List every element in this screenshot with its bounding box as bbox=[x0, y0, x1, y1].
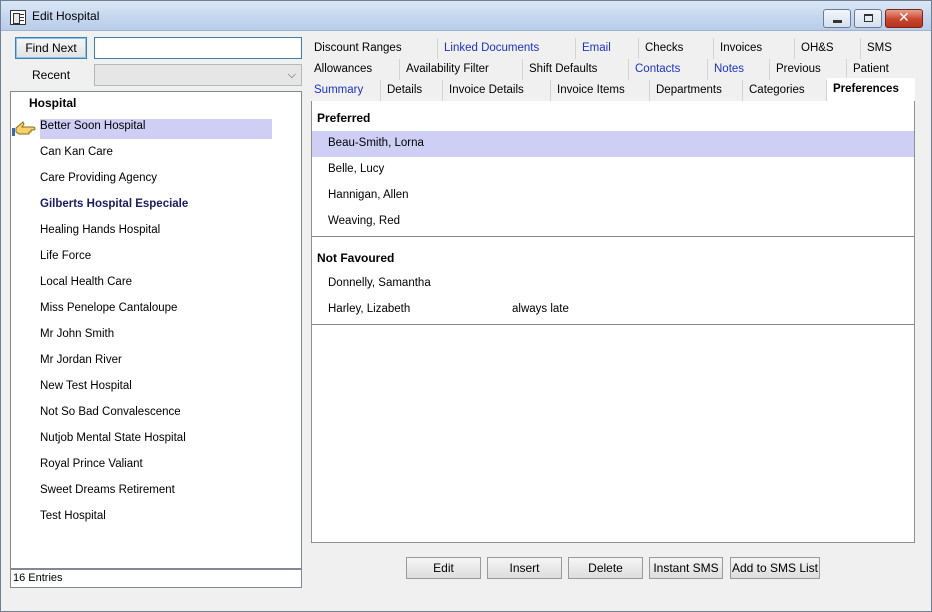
preferences-panel: Preferred Beau-Smith, Lorna Belle, Lucy … bbox=[311, 101, 915, 543]
chevron-down-icon: ⌵ bbox=[287, 68, 296, 81]
tab-discount-ranges[interactable]: Discount Ranges bbox=[308, 38, 438, 59]
tab-linked-documents[interactable]: Linked Documents bbox=[438, 38, 576, 59]
preferred-row[interactable]: Beau-Smith, Lorna bbox=[312, 131, 914, 157]
tab-departments[interactable]: Departments bbox=[650, 80, 743, 101]
list-item[interactable]: Miss Penelope Cantaloupe bbox=[11, 296, 301, 322]
close-button[interactable]: ✕ bbox=[885, 9, 923, 28]
window-title: Edit Hospital bbox=[32, 9, 100, 23]
list-item[interactable]: Sweet Dreams Retirement bbox=[11, 478, 301, 504]
not-favoured-section-title: Not Favoured bbox=[317, 251, 395, 265]
list-item[interactable]: Nutjob Mental State Hospital bbox=[11, 426, 301, 452]
list-item[interactable]: Healing Hands Hospital bbox=[11, 218, 301, 244]
tab-patient[interactable]: Patient bbox=[847, 59, 912, 80]
pointing-hand-icon bbox=[12, 121, 36, 136]
hospital-list: Better Soon Hospital Can Kan Care Care P… bbox=[11, 114, 301, 530]
list-item-label: Nutjob Mental State Hospital bbox=[40, 432, 186, 444]
list-item[interactable]: Gilberts Hospital Especiale bbox=[11, 192, 301, 218]
tab-previous[interactable]: Previous bbox=[770, 59, 847, 80]
list-item-label: Better Soon Hospital bbox=[40, 119, 272, 139]
list-item[interactable]: Can Kan Care bbox=[11, 140, 301, 166]
maximize-icon bbox=[864, 14, 873, 22]
edit-hospital-window: Edit Hospital ✕ Find Next Recent ⌵ Hospi… bbox=[0, 0, 932, 612]
tab-preferences[interactable]: Preferences bbox=[827, 78, 915, 101]
maximize-button[interactable] bbox=[854, 9, 882, 28]
find-next-button[interactable]: Find Next bbox=[15, 37, 87, 59]
tab-invoice-details[interactable]: Invoice Details bbox=[443, 80, 551, 101]
list-item-label: Gilberts Hospital Especiale bbox=[40, 198, 189, 210]
not-favoured-name: Donnelly, Samantha bbox=[328, 277, 431, 289]
tab-invoices[interactable]: Invoices bbox=[714, 38, 795, 59]
tab-summary[interactable]: Summary bbox=[308, 80, 381, 101]
hospital-list-header: Hospital bbox=[29, 96, 77, 110]
list-item-label: Mr Jordan River bbox=[40, 354, 122, 366]
list-item-label: Local Health Care bbox=[40, 276, 133, 288]
list-item[interactable]: Local Health Care bbox=[11, 270, 301, 296]
list-item[interactable]: New Test Hospital bbox=[11, 374, 301, 400]
not-favoured-row[interactable]: Harley, Lizabeth always late bbox=[312, 297, 914, 323]
tab-availability-filter[interactable]: Availability Filter bbox=[400, 59, 523, 80]
search-input[interactable] bbox=[94, 37, 302, 59]
tab-email[interactable]: Email bbox=[576, 38, 639, 59]
list-item[interactable]: Mr Jordan River bbox=[11, 348, 301, 374]
add-to-sms-list-button[interactable]: Add to SMS List bbox=[730, 557, 820, 579]
list-item[interactable]: Care Providing Agency bbox=[11, 166, 301, 192]
list-item-label: Life Force bbox=[40, 250, 92, 262]
list-item-label: New Test Hospital bbox=[40, 380, 132, 392]
list-item-label: Care Providing Agency bbox=[40, 172, 157, 184]
preferred-name: Belle, Lucy bbox=[328, 163, 385, 175]
entries-status: 16 Entries bbox=[10, 569, 302, 588]
list-item[interactable]: Not So Bad Convalescence bbox=[11, 400, 301, 426]
list-item[interactable]: Life Force bbox=[11, 244, 301, 270]
list-item-label: Sweet Dreams Retirement bbox=[40, 484, 175, 496]
list-item[interactable]: Mr John Smith bbox=[11, 322, 301, 348]
not-favoured-note: always late bbox=[512, 303, 569, 315]
preferred-row[interactable]: Hannigan, Allen bbox=[312, 183, 914, 209]
tab-checks[interactable]: Checks bbox=[639, 38, 714, 59]
preferred-row[interactable]: Belle, Lucy bbox=[312, 157, 914, 183]
list-item-label: Healing Hands Hospital bbox=[40, 224, 161, 236]
list-item-label: Can Kan Care bbox=[40, 146, 113, 158]
recent-label: Recent bbox=[32, 68, 71, 82]
title-bar: Edit Hospital ✕ bbox=[1, 1, 931, 31]
insert-button[interactable]: Insert bbox=[487, 557, 562, 579]
preferred-name: Hannigan, Allen bbox=[328, 189, 409, 201]
section-divider bbox=[312, 324, 914, 325]
edit-button[interactable]: Edit bbox=[406, 557, 481, 579]
minimize-button[interactable] bbox=[823, 9, 851, 28]
list-item-label: Royal Prince Valiant bbox=[40, 458, 143, 470]
tab-invoice-items[interactable]: Invoice Items bbox=[551, 80, 650, 101]
list-item-label: Miss Penelope Cantaloupe bbox=[40, 302, 178, 314]
preferred-name: Beau-Smith, Lorna bbox=[328, 137, 424, 149]
tab-allowances[interactable]: Allowances bbox=[308, 59, 400, 80]
tab-notes[interactable]: Notes bbox=[708, 59, 770, 80]
tab-ohs[interactable]: OH&S bbox=[795, 38, 861, 59]
recent-dropdown[interactable]: ⌵ bbox=[94, 64, 302, 86]
instant-sms-button[interactable]: Instant SMS bbox=[649, 557, 723, 579]
tab-sms[interactable]: SMS bbox=[861, 38, 912, 59]
tab-contacts[interactable]: Contacts bbox=[629, 59, 708, 80]
not-favoured-row[interactable]: Donnelly, Samantha bbox=[312, 271, 914, 297]
minimize-icon bbox=[833, 20, 842, 23]
list-item[interactable]: Royal Prince Valiant bbox=[11, 452, 301, 478]
list-item-label: Test Hospital bbox=[40, 510, 106, 522]
delete-button[interactable]: Delete bbox=[568, 557, 643, 579]
tab-categories[interactable]: Categories bbox=[743, 80, 827, 101]
tab-shift-defaults[interactable]: Shift Defaults bbox=[523, 59, 629, 80]
preferred-section-title: Preferred bbox=[317, 111, 371, 125]
section-divider bbox=[312, 236, 914, 237]
window-app-icon bbox=[10, 10, 26, 25]
hospital-list-panel: Hospital Better Soon Hospital Can Kan Ca… bbox=[10, 91, 302, 569]
tab-details[interactable]: Details bbox=[381, 80, 443, 101]
preferred-name: Weaving, Red bbox=[328, 215, 401, 227]
not-favoured-name: Harley, Lizabeth bbox=[328, 303, 411, 315]
list-item[interactable]: Test Hospital bbox=[11, 504, 301, 530]
list-item[interactable]: Better Soon Hospital bbox=[11, 114, 301, 140]
close-icon: ✕ bbox=[898, 10, 910, 26]
preferred-row[interactable]: Weaving, Red bbox=[312, 209, 914, 235]
list-item-label: Not So Bad Convalescence bbox=[40, 406, 181, 418]
list-item-label: Mr John Smith bbox=[40, 328, 115, 340]
